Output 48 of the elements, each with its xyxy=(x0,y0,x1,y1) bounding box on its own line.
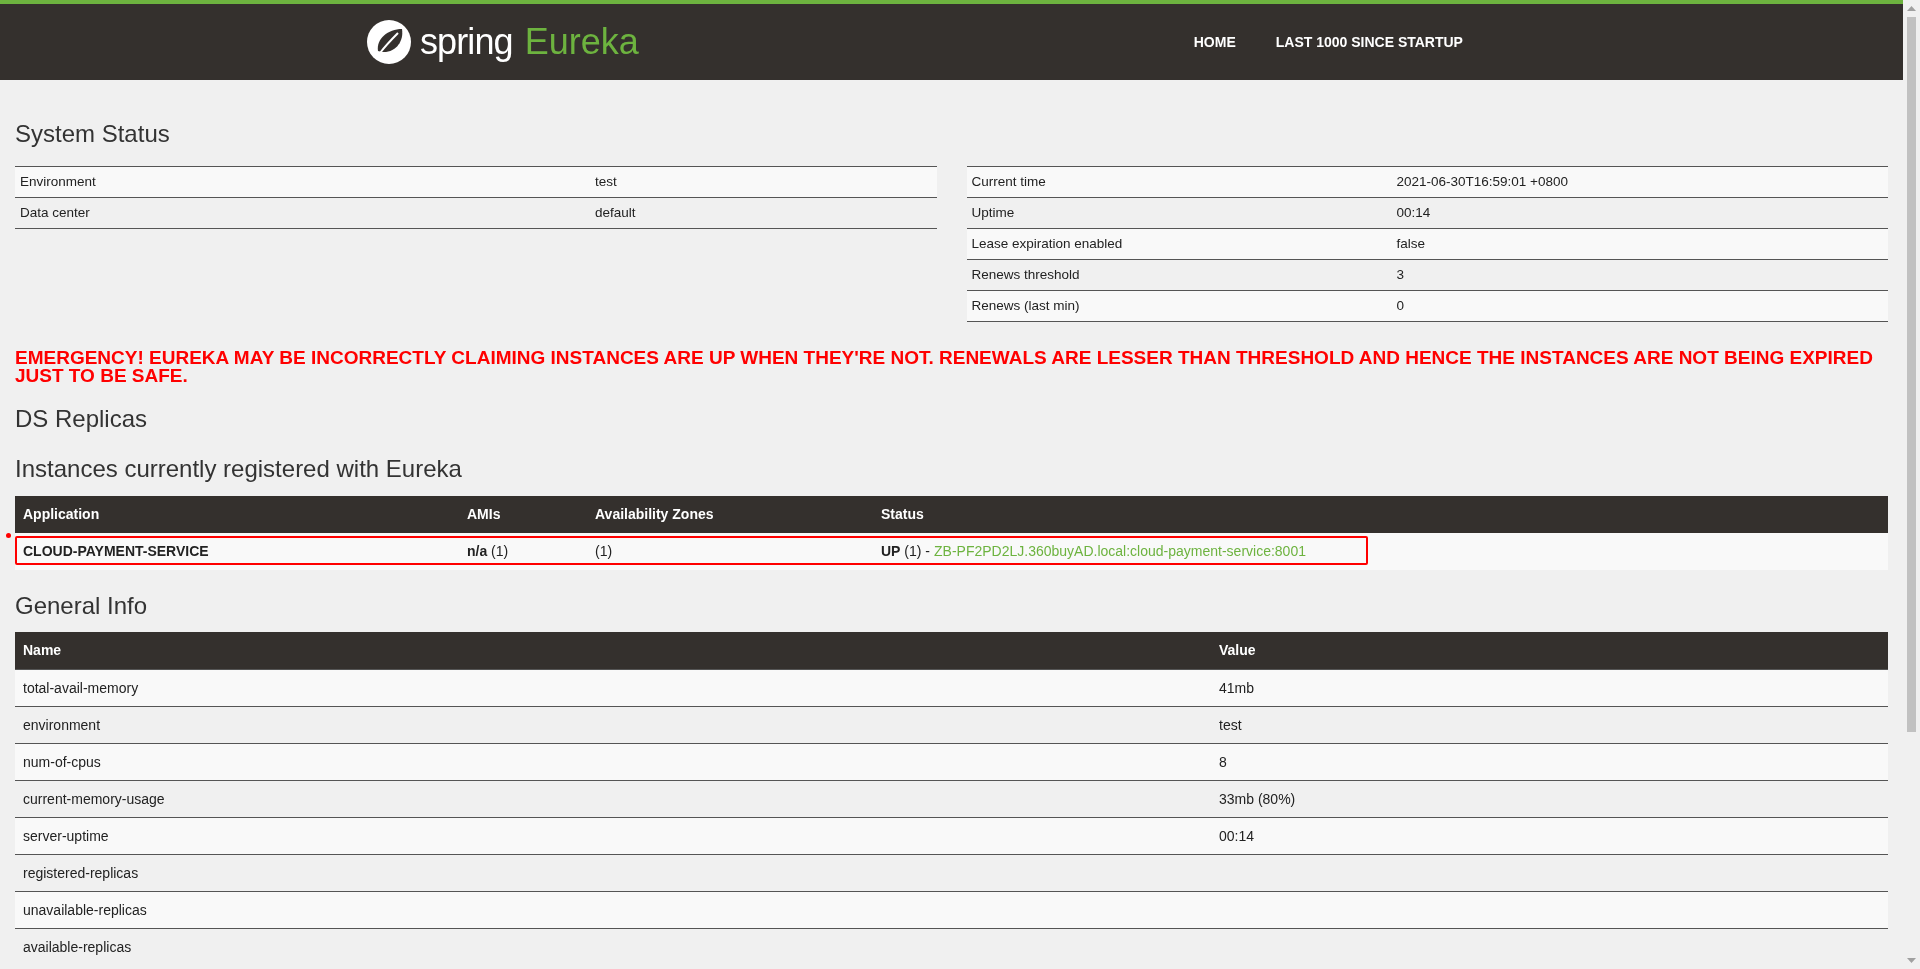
column-header: Value xyxy=(1218,641,1257,660)
table-cell-text: total-avail-memory xyxy=(22,678,140,698)
column-header: AMIs xyxy=(466,505,502,524)
table-cell-text: 41mb xyxy=(1218,678,1256,698)
status-value: 3 xyxy=(1395,265,1405,284)
logo-title: Eureka xyxy=(524,20,639,64)
table-cell-text: unavailable-replicas xyxy=(22,900,148,920)
scrollbar-thumb[interactable] xyxy=(1907,17,1916,732)
section-heading: DS Replicas xyxy=(15,407,149,431)
table-cell-text: n/a (1) xyxy=(466,542,510,561)
table-cell-text: current-memory-usage xyxy=(22,789,166,809)
table-cell-text: CLOUD-PAYMENT-SERVICE xyxy=(22,542,210,561)
logo-wordmark: spring xyxy=(420,20,513,64)
status-value: 00:14 xyxy=(1395,203,1432,222)
nav-link[interactable]: HOME xyxy=(1193,31,1236,53)
table-cell-text: 33mb (80%) xyxy=(1218,789,1297,809)
section-heading: General Info xyxy=(15,594,149,618)
table-cell-text: available-replicas xyxy=(22,937,133,957)
column-header: Availability Zones xyxy=(594,505,715,524)
section-heading: System Status xyxy=(15,122,171,146)
table-cell-text: 8 xyxy=(1218,752,1228,772)
status-value: default xyxy=(594,203,637,222)
table-cell-text: environment xyxy=(22,715,102,735)
table-cell-text: num-of-cpus xyxy=(22,752,102,772)
status-value: false xyxy=(1395,234,1427,253)
table-cell-text: registered-replicas xyxy=(22,863,140,883)
column-header: Name xyxy=(22,641,63,660)
status-value: 0 xyxy=(1395,296,1405,315)
status-label: Uptime xyxy=(970,203,1016,222)
status-label: Renews threshold xyxy=(970,265,1081,284)
table-cell-text: 00:14 xyxy=(1218,826,1256,846)
status-label: Environment xyxy=(19,172,97,191)
table-cell-text: test xyxy=(1218,715,1243,735)
emergency-message: EMERGENCY! EUREKA MAY BE INCORRECTLY CLAIMING INSTANCES ARE UP WHEN THEY'RE NOT. RENEWALS ARE LESSER THAN THRESHOLD AND HENCE THE INSTANCES ARE NOT BEING EXPIRED JUST TO BE SAFE. xyxy=(15,349,1874,385)
section-heading: Instances currently registered with Eureka xyxy=(15,457,463,481)
leaf-logo-icon xyxy=(366,19,412,65)
status-label: Data center xyxy=(19,203,91,222)
status-label: Lease expiration enabled xyxy=(970,234,1124,253)
column-header: Status xyxy=(880,505,925,524)
nav-link[interactable]: LAST 1000 SINCE STARTUP xyxy=(1275,31,1463,53)
status-text: UP (1) - xyxy=(881,542,930,561)
table-cell-text: (1) xyxy=(594,542,614,561)
table-cell-text: server-uptime xyxy=(22,826,110,846)
column-header: Application xyxy=(22,505,101,524)
status-value: test xyxy=(594,172,618,191)
status-value: 2021-06-30T16:59:01 +0800 xyxy=(1395,172,1570,191)
status-label: Renews (last min) xyxy=(970,296,1081,315)
status-label: Current time xyxy=(970,172,1047,191)
